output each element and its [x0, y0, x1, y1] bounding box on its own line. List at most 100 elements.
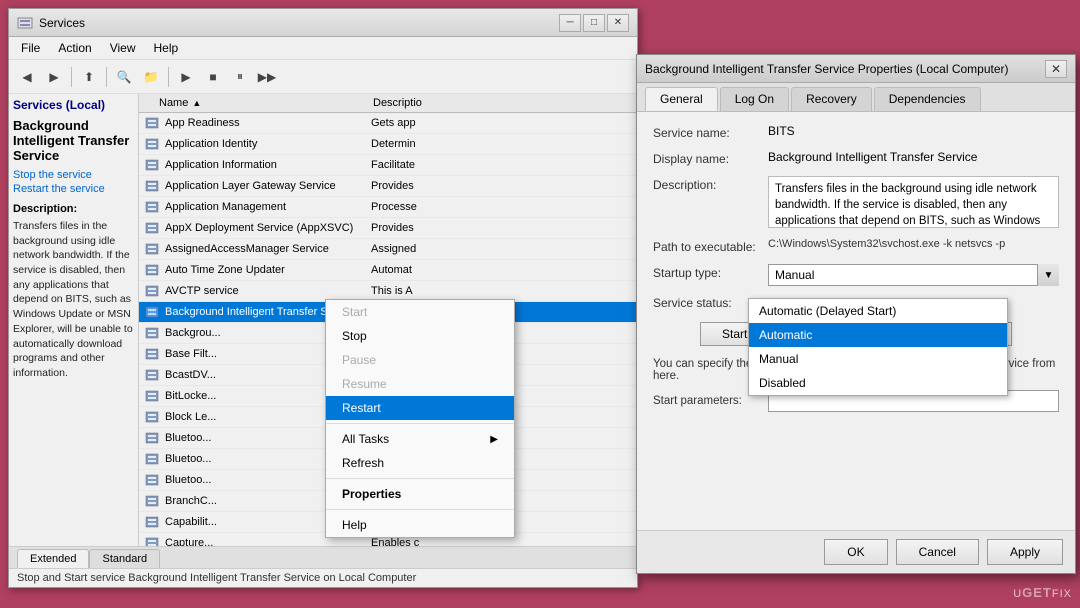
service-row-desc: This is A — [371, 285, 637, 297]
dd-disabled[interactable]: Disabled — [749, 371, 1007, 395]
startup-select-wrapper: Manual Automatic (Delayed Start) Automat… — [768, 264, 1059, 286]
watermark: UGETFIX — [1013, 585, 1072, 600]
dd-automatic[interactable]: Automatic — [749, 323, 1007, 347]
description-row: Description: Transfers files in the back… — [653, 176, 1059, 228]
status-text: Stop and Start service Background Intell… — [17, 572, 416, 584]
table-row[interactable]: Application IdentityDetermin — [139, 134, 637, 155]
tab-extended[interactable]: Extended — [17, 549, 89, 569]
left-panel-header[interactable]: Services (Local) — [13, 98, 134, 112]
ctx-stop[interactable]: Stop — [326, 324, 514, 348]
ctx-sep1 — [326, 423, 514, 424]
table-row[interactable]: AssignedAccessManager ServiceAssigned — [139, 239, 637, 260]
table-row[interactable]: App ReadinessGets app — [139, 113, 637, 134]
table-row[interactable]: AppX Deployment Service (AppXSVC)Provide… — [139, 218, 637, 239]
context-menu: Start Stop Pause Resume Restart All Task… — [325, 299, 515, 538]
startup-label: Startup type: — [653, 264, 768, 280]
toolbar-upfolder[interactable]: ⬆ — [77, 65, 101, 89]
toolbar: ◀ ▶ ⬆ 🔍 📁 ▶ ■ ⏸ ▶▶ — [9, 60, 637, 94]
service-row-icon — [143, 136, 161, 152]
ctx-start[interactable]: Start — [326, 300, 514, 324]
apply-button[interactable]: Apply — [987, 539, 1063, 565]
service-row-icon — [143, 304, 161, 320]
toolbar-stop[interactable]: ■ — [201, 65, 225, 89]
service-row-name: Application Management — [161, 201, 371, 213]
service-row-icon — [143, 283, 161, 299]
dd-automatic-delayed[interactable]: Automatic (Delayed Start) — [749, 299, 1007, 323]
stop-service-link[interactable]: Stop the service — [13, 169, 134, 181]
name-column-header[interactable]: Name ▲ — [139, 97, 369, 109]
ctx-help[interactable]: Help — [326, 513, 514, 537]
props-tab-general[interactable]: General — [645, 87, 718, 111]
display-name-label: Display name: — [653, 150, 768, 166]
startup-select[interactable]: Manual Automatic (Delayed Start) Automat… — [768, 264, 1059, 286]
service-row-icon — [143, 325, 161, 341]
menu-file[interactable]: File — [13, 39, 48, 57]
toolbar-folders[interactable]: 📁 — [139, 65, 163, 89]
toolbar-pause[interactable]: ⏸ — [228, 65, 252, 89]
dd-manual[interactable]: Manual — [749, 347, 1007, 371]
service-row-name: App Readiness — [161, 117, 371, 129]
ctx-pause: Pause — [326, 348, 514, 372]
toolbar-sep3 — [168, 67, 169, 87]
minimize-button[interactable]: ─ — [559, 14, 581, 32]
view-tabs: Extended Standard — [9, 546, 637, 568]
props-dialog-title: Background Intelligent Transfer Service … — [645, 62, 1009, 76]
props-tab-recovery[interactable]: Recovery — [791, 87, 872, 111]
menu-view[interactable]: View — [102, 39, 144, 57]
close-button[interactable]: ✕ — [607, 14, 629, 32]
service-row-icon — [143, 409, 161, 425]
service-name-label: Service name: — [653, 124, 768, 140]
menu-help[interactable]: Help — [146, 39, 187, 57]
table-row[interactable]: Application ManagementProcesse — [139, 197, 637, 218]
service-row-desc: Facilitate — [371, 159, 637, 171]
toolbar-back[interactable]: ◀ — [15, 65, 39, 89]
restart-service-link[interactable]: Restart the service — [13, 183, 134, 195]
service-row-desc: Provides — [371, 222, 637, 234]
startup-dropdown: Automatic (Delayed Start) Automatic Manu… — [748, 298, 1008, 396]
service-row-desc: Assigned — [371, 243, 637, 255]
props-tab-dependencies[interactable]: Dependencies — [874, 87, 981, 111]
toolbar-play[interactable]: ▶ — [174, 65, 198, 89]
menu-bar: File Action View Help — [9, 37, 637, 60]
path-row: Path to executable: C:\Windows\System32\… — [653, 238, 1059, 254]
table-row[interactable]: Application InformationFacilitate — [139, 155, 637, 176]
service-row-name: Application Information — [161, 159, 371, 171]
ctx-all-tasks[interactable]: All Tasks ▶ — [326, 427, 514, 451]
path-value: C:\Windows\System32\svchost.exe -k netsv… — [768, 238, 1059, 250]
path-label: Path to executable: — [653, 238, 768, 254]
ctx-refresh[interactable]: Refresh — [326, 451, 514, 475]
service-row-desc: Processe — [371, 201, 637, 213]
toolbar-forward[interactable]: ▶ — [42, 65, 66, 89]
props-footer: OK Cancel Apply — [637, 530, 1075, 573]
cancel-button[interactable]: Cancel — [896, 539, 979, 565]
props-tabs: General Log On Recovery Dependencies — [637, 83, 1075, 112]
table-row[interactable]: Auto Time Zone UpdaterAutomat — [139, 260, 637, 281]
titlebar-left: Services — [17, 15, 85, 31]
service-row-name: Capture... — [161, 537, 371, 546]
startup-type-row: Startup type: Manual Automatic (Delayed … — [653, 264, 1059, 286]
ctx-properties[interactable]: Properties — [326, 482, 514, 506]
tab-standard[interactable]: Standard — [89, 549, 160, 568]
services-main: Services (Local) Background Intelligent … — [9, 94, 637, 546]
service-row-icon — [143, 430, 161, 446]
ctx-restart[interactable]: Restart — [326, 396, 514, 420]
props-close-button[interactable]: ✕ — [1045, 60, 1067, 78]
table-row[interactable]: Application Layer Gateway ServiceProvide… — [139, 176, 637, 197]
toolbar-sep2 — [106, 67, 107, 87]
service-description: Transfers files in the background using … — [13, 219, 134, 381]
service-row-icon — [143, 493, 161, 509]
description-label: Description: — [13, 203, 134, 215]
service-row-icon — [143, 535, 161, 546]
toolbar-resume[interactable]: ▶▶ — [255, 65, 279, 89]
description-field-value: Transfers files in the background using … — [768, 176, 1059, 228]
desc-column-header[interactable]: Descriptio — [369, 97, 637, 109]
service-row-icon — [143, 115, 161, 131]
params-label: Start parameters: — [653, 395, 768, 407]
toolbar-search[interactable]: 🔍 — [112, 65, 136, 89]
ctx-sep2 — [326, 478, 514, 479]
props-tab-logon[interactable]: Log On — [720, 87, 789, 111]
maximize-button[interactable]: □ — [583, 14, 605, 32]
ok-button[interactable]: OK — [824, 539, 887, 565]
menu-action[interactable]: Action — [50, 39, 99, 57]
service-row-name: AppX Deployment Service (AppXSVC) — [161, 222, 371, 234]
